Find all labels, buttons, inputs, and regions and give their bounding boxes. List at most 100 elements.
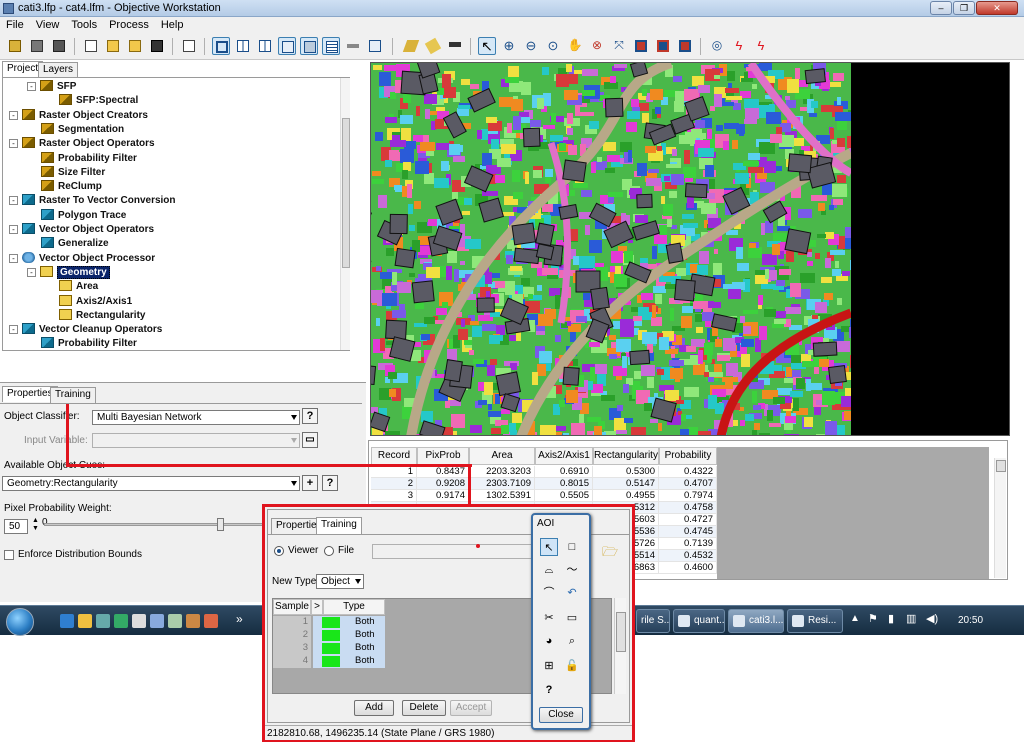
tree-node[interactable]: ReClump: [41, 180, 102, 194]
file-path-field[interactable]: [372, 544, 536, 559]
tree-node[interactable]: - Geometry: [27, 265, 110, 280]
tree-node[interactable]: Segmentation: [41, 122, 124, 137]
explorer-icon[interactable]: [78, 614, 92, 628]
sample-type[interactable]: Both: [341, 616, 385, 629]
tool2-icon[interactable]: [186, 614, 200, 628]
tab-training[interactable]: Training: [50, 387, 96, 403]
menu-tools[interactable]: Tools: [65, 17, 103, 31]
table-cell[interactable]: 2303.7109: [469, 478, 535, 490]
sample-type[interactable]: Both: [341, 642, 385, 655]
aoi-undo-icon[interactable]: ↶: [563, 584, 581, 602]
table-scrollbar[interactable]: [994, 458, 1006, 578]
frame-cross-icon[interactable]: [654, 37, 672, 55]
table-header[interactable]: Area: [469, 447, 535, 465]
sample-color-cell[interactable]: [313, 655, 341, 668]
start-button[interactable]: [6, 608, 34, 636]
flash-alt-icon[interactable]: ϟ: [752, 37, 770, 55]
tree-node[interactable]: Probability Filter: [41, 337, 137, 350]
table-cell[interactable]: 0.8437: [417, 466, 469, 478]
aoi-select-icon[interactable]: ↖: [540, 538, 558, 556]
collapse-toggle-icon[interactable]: -: [9, 196, 18, 206]
tree-node[interactable]: Generalize: [41, 237, 109, 251]
table-cell[interactable]: 0.9208: [417, 478, 469, 490]
add-sample-button[interactable]: Add: [354, 700, 394, 716]
split-horizontal-icon[interactable]: [256, 37, 274, 55]
fit-extent-icon[interactable]: ⤧: [610, 37, 628, 55]
grid-scroll-thumb[interactable]: [616, 612, 626, 652]
delete-sample-button[interactable]: Delete: [402, 700, 446, 716]
collapse-toggle-icon[interactable]: -: [9, 253, 18, 263]
table-cell[interactable]: 0.4727: [659, 514, 717, 526]
task-resi[interactable]: Resi...: [787, 609, 843, 633]
input-variable-select[interactable]: [92, 433, 300, 448]
enforce-bounds-checkbox[interactable]: [4, 550, 14, 560]
open-folder-icon[interactable]: 🗁: [602, 543, 618, 565]
table-cell[interactable]: 0.8015: [535, 478, 593, 490]
tab-project[interactable]: Project: [2, 61, 44, 77]
grid-scrollbar[interactable]: [614, 598, 626, 694]
collapse-toggle-icon[interactable]: -: [9, 225, 18, 234]
single-view-icon[interactable]: [212, 37, 230, 55]
sample-color-swatch[interactable]: [322, 630, 340, 641]
table-cell[interactable]: 0.7139: [659, 538, 717, 550]
power-icon[interactable]: ▮: [888, 612, 894, 625]
add-cue-button[interactable]: +: [302, 475, 318, 491]
network-tray-icon[interactable]: ▥: [906, 612, 916, 625]
aoi-measure-icon[interactable]: ⊞: [540, 657, 558, 675]
network-icon[interactable]: [168, 614, 182, 628]
table-header[interactable]: Record: [371, 447, 417, 465]
table-header[interactable]: PixProb: [417, 447, 469, 465]
table-cell[interactable]: 0.9174: [417, 490, 469, 502]
grid-header-arrow[interactable]: >: [311, 599, 323, 615]
flag-icon[interactable]: ⚑: [868, 612, 878, 625]
sample-color-cell[interactable]: [313, 616, 341, 629]
add-layer-icon[interactable]: [402, 37, 420, 55]
menu-process[interactable]: Process: [103, 17, 155, 31]
select-pointer-icon[interactable]: ↖: [478, 37, 496, 55]
layers-icon[interactable]: [50, 37, 68, 55]
tree-scrollbar[interactable]: [340, 78, 350, 350]
tree-node[interactable]: - Vector Object Processor: [9, 251, 155, 266]
tray-up-icon[interactable]: ▲: [850, 613, 860, 624]
viewer-radio[interactable]: [274, 546, 284, 556]
eraser-icon[interactable]: [424, 37, 442, 55]
window-icon[interactable]: [366, 37, 384, 55]
table-cell[interactable]: 0.4600: [659, 562, 717, 574]
frame-red-icon[interactable]: [632, 37, 650, 55]
table-cell[interactable]: 0.4707: [659, 478, 717, 490]
table-scroll-thumb[interactable]: [996, 460, 1006, 472]
table-cell[interactable]: 0.5300: [593, 466, 659, 478]
volume-icon[interactable]: ◀): [926, 612, 938, 625]
hammer-icon[interactable]: [446, 37, 464, 55]
tool3-icon[interactable]: [204, 614, 218, 628]
tree-node[interactable]: SFP:Spectral: [59, 94, 138, 108]
table-cell[interactable]: 0.6910: [535, 466, 593, 478]
collapse-toggle-icon[interactable]: -: [27, 267, 36, 277]
tree-node[interactable]: - Raster Object Operators: [9, 137, 155, 151]
tree-scroll-thumb[interactable]: [342, 118, 350, 268]
aoi-frame-icon[interactable]: ▭: [563, 609, 581, 627]
taskbar-overflow-icon[interactable]: »: [236, 612, 243, 626]
new-file-icon[interactable]: [82, 37, 100, 55]
table-header[interactable]: Probability: [659, 447, 717, 465]
sample-color-cell[interactable]: [313, 629, 341, 642]
spin-down-icon[interactable]: ▼: [32, 525, 39, 532]
tree-node[interactable]: Rectangularity: [59, 308, 145, 323]
rotate-icon[interactable]: ⊗: [588, 37, 606, 55]
file-radio[interactable]: [324, 546, 334, 556]
table-header[interactable]: Rectangularity: [593, 447, 659, 465]
target-icon[interactable]: ◎: [708, 37, 726, 55]
grid-header-type[interactable]: Type: [323, 599, 385, 615]
table-cell[interactable]: 0.4322: [659, 466, 717, 478]
table-cell[interactable]: 2: [371, 478, 417, 490]
print-icon[interactable]: [28, 37, 46, 55]
table-cell[interactable]: 1302.5391: [469, 490, 535, 502]
tree-node[interactable]: Polygon Trace: [41, 208, 126, 223]
info-icon[interactable]: [180, 37, 198, 55]
view-check-icon[interactable]: [300, 37, 318, 55]
table-cell[interactable]: 0.4955: [593, 490, 659, 502]
aoi-close-button[interactable]: Close: [539, 707, 583, 723]
menu-file[interactable]: File: [0, 17, 30, 31]
collapse-toggle-icon[interactable]: -: [9, 325, 18, 335]
task-quant[interactable]: quant...: [673, 609, 725, 633]
